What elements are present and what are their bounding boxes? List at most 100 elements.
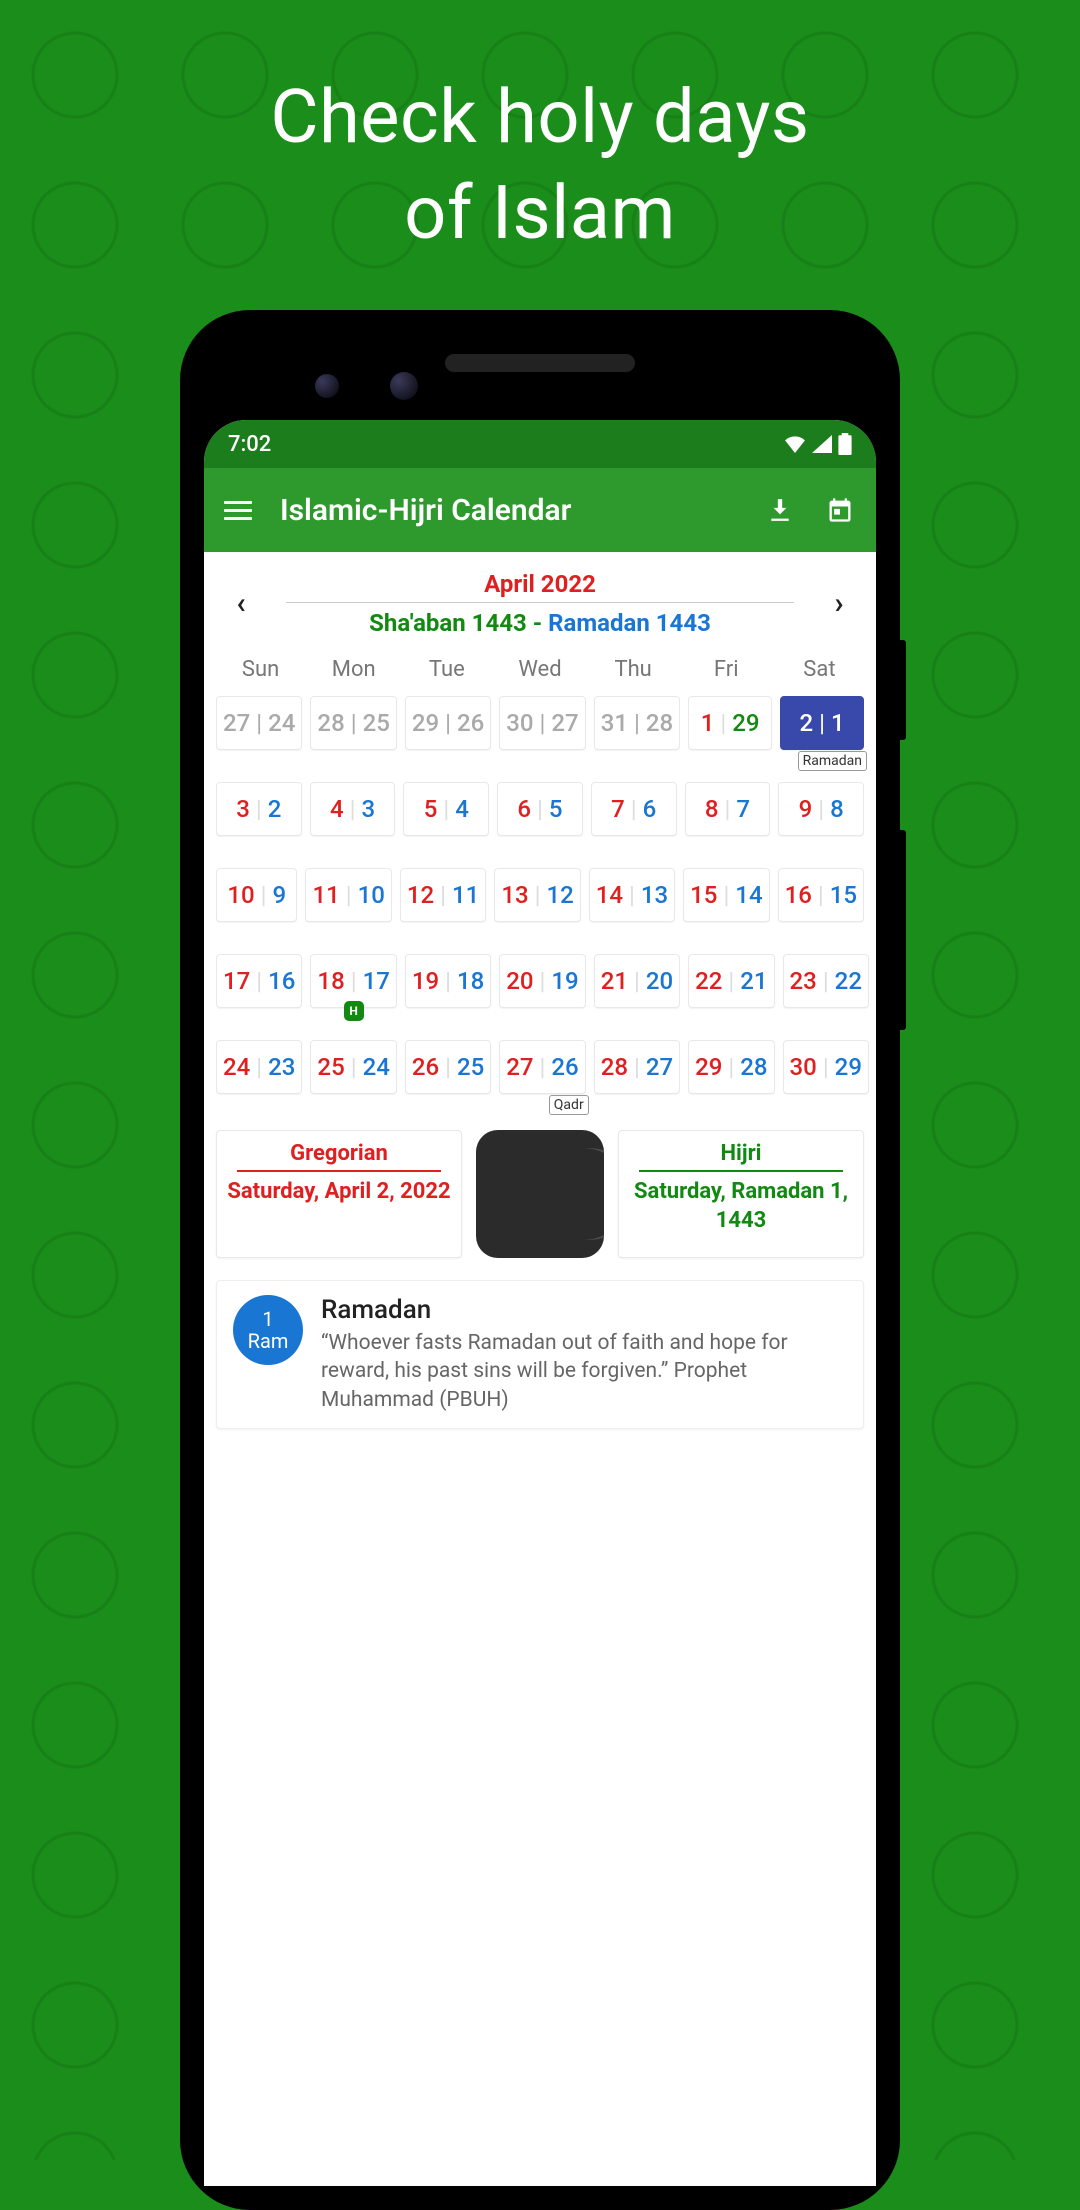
calendar-day[interactable]: 15|14	[683, 868, 769, 922]
gregorian-day-number: 24	[217, 1053, 256, 1081]
hijri-day-number: 5	[543, 795, 569, 823]
calendar-day[interactable]: 6|5	[497, 782, 583, 836]
gregorian-day-number: 4	[324, 795, 350, 823]
calendar-day[interactable]: 22|21	[688, 954, 774, 1008]
gregorian-day-number: 2	[793, 709, 819, 737]
day-event-tag: Ramadan	[798, 751, 867, 771]
gregorian-day-number: 29	[406, 709, 445, 737]
gregorian-day-number: 31	[595, 709, 634, 737]
hijri-day-number: 2	[262, 795, 288, 823]
hijri-day-number: 1	[825, 709, 851, 737]
device-side-button	[900, 830, 906, 1030]
dow-label: Sat	[773, 657, 866, 682]
gregorian-day-number: 16	[779, 881, 818, 909]
dow-label: Fri	[680, 657, 773, 682]
calendar-day[interactable]: 3|2	[216, 782, 302, 836]
calendar-day[interactable]: 4|3	[310, 782, 396, 836]
gregorian-day-number: 18	[311, 967, 350, 995]
gregorian-day-number: 15	[684, 881, 723, 909]
hijri-day-number: 6	[637, 795, 663, 823]
dow-label: Wed	[493, 657, 586, 682]
calendar-day[interactable]: 8|7	[685, 782, 771, 836]
event-date-badge: 1 Ram	[233, 1295, 303, 1365]
calendar-week: 24|2325|2426|2527|26Qadr28|2729|2830|29	[214, 1040, 866, 1094]
hijri-day-number: 8	[824, 795, 850, 823]
device-speaker	[445, 354, 635, 372]
today-button[interactable]	[824, 494, 856, 526]
hijri-date-value: Saturday, Ramadan 1, 1443	[627, 1178, 855, 1235]
day-of-week-header: SunMonTueWedThuFriSat	[214, 649, 866, 696]
hijri-day-number: 3	[355, 795, 381, 823]
status-icons	[784, 433, 852, 455]
gregorian-day-number: 20	[500, 967, 539, 995]
calendar-day[interactable]: 13|12	[494, 868, 580, 922]
calendar-week: 3|24|35|46|57|68|79|8	[214, 782, 866, 836]
calendar-week: 10|911|1012|1113|1214|1315|1416|15	[214, 868, 866, 922]
calendar-week: 17|1618|17H19|1820|1921|2022|2123|22	[214, 954, 866, 1008]
gregorian-day-number: 27	[217, 709, 256, 737]
calendar-day[interactable]: 17|16	[216, 954, 302, 1008]
hijri-day-number: 25	[357, 709, 396, 737]
calendar-day[interactable]: 12|11	[400, 868, 486, 922]
gregorian-day-number: 22	[689, 967, 728, 995]
hijri-day-number: 7	[730, 795, 756, 823]
download-button[interactable]	[764, 494, 796, 526]
calendar-day[interactable]: 27|24	[216, 696, 302, 750]
calendar-day[interactable]: 16|15	[778, 868, 864, 922]
selected-date-panel: Gregorian Saturday, April 2, 2022 Hijri …	[204, 1094, 876, 1272]
gregorian-day-number: 8	[699, 795, 725, 823]
calendar-day[interactable]: 25|24	[310, 1040, 396, 1094]
gregorian-day-number: 21	[595, 967, 634, 995]
gregorian-day-number: 17	[217, 967, 256, 995]
calendar-day[interactable]: 30|27	[499, 696, 585, 750]
hijri-day-number: 26	[545, 1053, 584, 1081]
holy-day-badge: H	[344, 1001, 364, 1021]
calendar-day[interactable]: 7|6	[591, 782, 677, 836]
gregorian-day-number: 14	[590, 881, 629, 909]
next-month-button[interactable]: ›	[824, 586, 854, 621]
gregorian-day-number: 28	[311, 709, 350, 737]
cellular-icon	[812, 435, 832, 453]
calendar-day[interactable]: 24|23	[216, 1040, 302, 1094]
calendar-day[interactable]: 31|28	[594, 696, 680, 750]
gregorian-day-number: 3	[230, 795, 256, 823]
hijri-day-number: 16	[262, 967, 301, 995]
calendar-day[interactable]: 28|25	[310, 696, 396, 750]
calendar-day[interactable]: 26|25	[405, 1040, 491, 1094]
calendar-weeks: 27|2428|2529|2630|2731|281|292|1Ramadan3…	[214, 696, 866, 1094]
calendar-grid: SunMonTueWedThuFriSat 27|2428|2529|2630|…	[204, 649, 876, 1094]
calendar-day[interactable]: 20|19	[499, 954, 585, 1008]
previous-month-button[interactable]: ‹	[226, 586, 256, 621]
status-bar: 7:02	[204, 420, 876, 468]
hijri-day-number: 25	[451, 1053, 490, 1081]
hijri-day-number: 24	[262, 709, 301, 737]
calendar-day[interactable]: 2|1Ramadan	[780, 696, 864, 750]
calendar-day[interactable]: 29|28	[688, 1040, 774, 1094]
dow-label: Mon	[307, 657, 400, 682]
calendar-week: 27|2428|2529|2630|2731|281|292|1Ramadan	[214, 696, 866, 750]
calendar-day[interactable]: 14|13	[589, 868, 675, 922]
menu-button[interactable]	[224, 501, 252, 520]
calendar-day[interactable]: 28|27	[594, 1040, 680, 1094]
gregorian-day-number: 7	[605, 795, 631, 823]
calendar-day[interactable]: 1|29	[688, 696, 772, 750]
hijri-day-number: 9	[266, 881, 292, 909]
calendar-day[interactable]: 10|9	[216, 868, 297, 922]
calendar-day[interactable]: 21|20	[594, 954, 680, 1008]
hijri-day-number: 24	[357, 1053, 396, 1081]
calendar-day[interactable]: 30|29	[783, 1040, 869, 1094]
calendar-day[interactable]: 9|8	[778, 782, 864, 836]
calendar-day[interactable]: 19|18	[405, 954, 491, 1008]
app-bar: Islamic-Hijri Calendar	[204, 468, 876, 552]
calendar-day[interactable]: 23|22	[783, 954, 869, 1008]
gregorian-day-number: 30	[784, 1053, 823, 1081]
gregorian-day-number: 11	[306, 881, 345, 909]
hijri-day-number: 28	[640, 709, 679, 737]
calendar-day[interactable]: 5|4	[403, 782, 489, 836]
calendar-day[interactable]: 11|10	[305, 868, 391, 922]
wifi-icon	[784, 435, 806, 453]
calendar-day[interactable]: 29|26	[405, 696, 491, 750]
event-card[interactable]: 1 Ram Ramadan “Whoever fasts Ramadan out…	[216, 1280, 864, 1429]
calendar-day[interactable]: 18|17H	[310, 954, 396, 1008]
calendar-day[interactable]: 27|26Qadr	[499, 1040, 585, 1094]
